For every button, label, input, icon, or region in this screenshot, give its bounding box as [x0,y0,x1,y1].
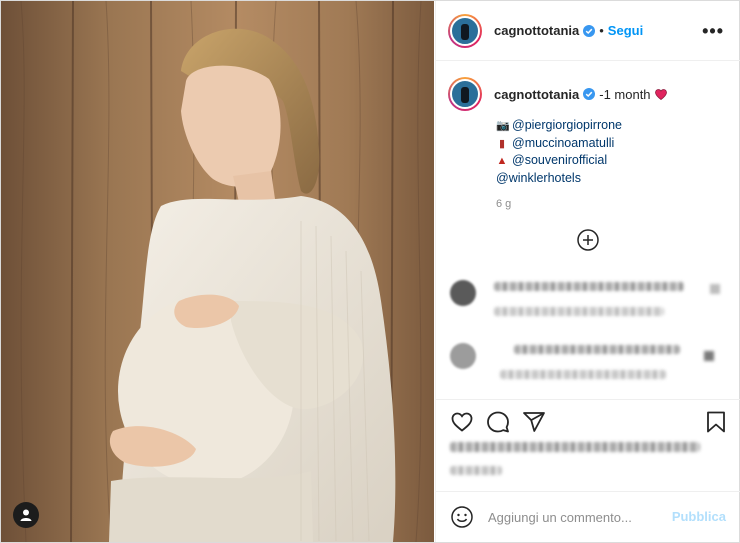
bottle-icon: ▮ [498,137,506,150]
add-comment-bar: Aggiungi un commento... Pubblica [436,491,740,542]
comment-item [450,276,720,320]
comment-avatar[interactable] [450,343,476,369]
caption-text: 📷 @piergiorgiopirrone ▮ @muccinoamatulli ▲… [496,117,728,186]
action-bar [436,399,740,491]
paper-plane-icon[interactable] [522,410,546,434]
comment-icon[interactable] [486,410,510,434]
caption-line: @winklerhotels [496,170,728,187]
post-header: cagnottotania • Segui ••• [436,1,740,61]
bookmark-icon[interactable] [704,410,728,434]
camera-icon: 📷 [496,120,510,132]
header-username[interactable]: cagnottotania [494,23,579,38]
post-photo[interactable] [1,1,434,542]
follow-button[interactable]: Segui [608,23,643,38]
verified-badge-icon [583,88,596,100]
blurred-likes-count [450,442,700,452]
mention-link[interactable]: @souvenirofficial [512,153,607,167]
more-options-icon[interactable]: ••• [702,21,724,42]
blurred-comment-meta [494,307,664,316]
avatar[interactable] [448,13,482,48]
caption-line: 📷 @piergiorgiopirrone [496,117,728,135]
user-silhouette-icon [20,509,32,521]
caption-avatar[interactable] [448,77,482,111]
comment-like-icon[interactable] [710,284,720,294]
mention-link[interactable]: @piergiorgiopirrone [512,118,622,132]
photo-image [1,1,434,542]
verified-badge-icon [583,24,596,37]
comment-item [450,339,720,383]
blurred-comment-text [494,282,684,291]
smiley-icon[interactable] [450,505,474,529]
heart-emoji-icon [654,88,667,100]
blurred-comment-meta [500,370,666,379]
caption-line: ▲ @souvenirofficial [496,152,728,170]
mention-link[interactable]: @winklerhotels [496,171,581,185]
blurred-comment-text [514,345,680,354]
blurred-post-date [450,466,502,475]
caption-username[interactable]: cagnottotania [494,87,579,102]
comment-avatar[interactable] [450,280,476,306]
heart-icon[interactable] [450,410,474,434]
header-separator: • [599,23,604,38]
dress-icon: ▲ [496,155,508,167]
comment-input[interactable]: Aggiungi un commento... [488,510,632,525]
post-sidebar: cagnottotania • Segui ••• cagnottotania … [435,1,740,542]
caption-age: 6 g [496,198,512,210]
mention-link[interactable]: @muccinoamatulli [512,136,614,150]
user-tag-button[interactable] [13,502,39,528]
publish-button[interactable]: Pubblica [672,509,726,524]
comment-like-icon[interactable] [704,351,714,361]
caption-time: -1 month [599,86,651,102]
post-caption: cagnottotania -1 month 📷 @piergiorgiopirr… [448,77,728,210]
plus-circle-icon[interactable] [576,228,600,252]
caption-line: ▮ @muccinoamatulli [496,135,728,153]
